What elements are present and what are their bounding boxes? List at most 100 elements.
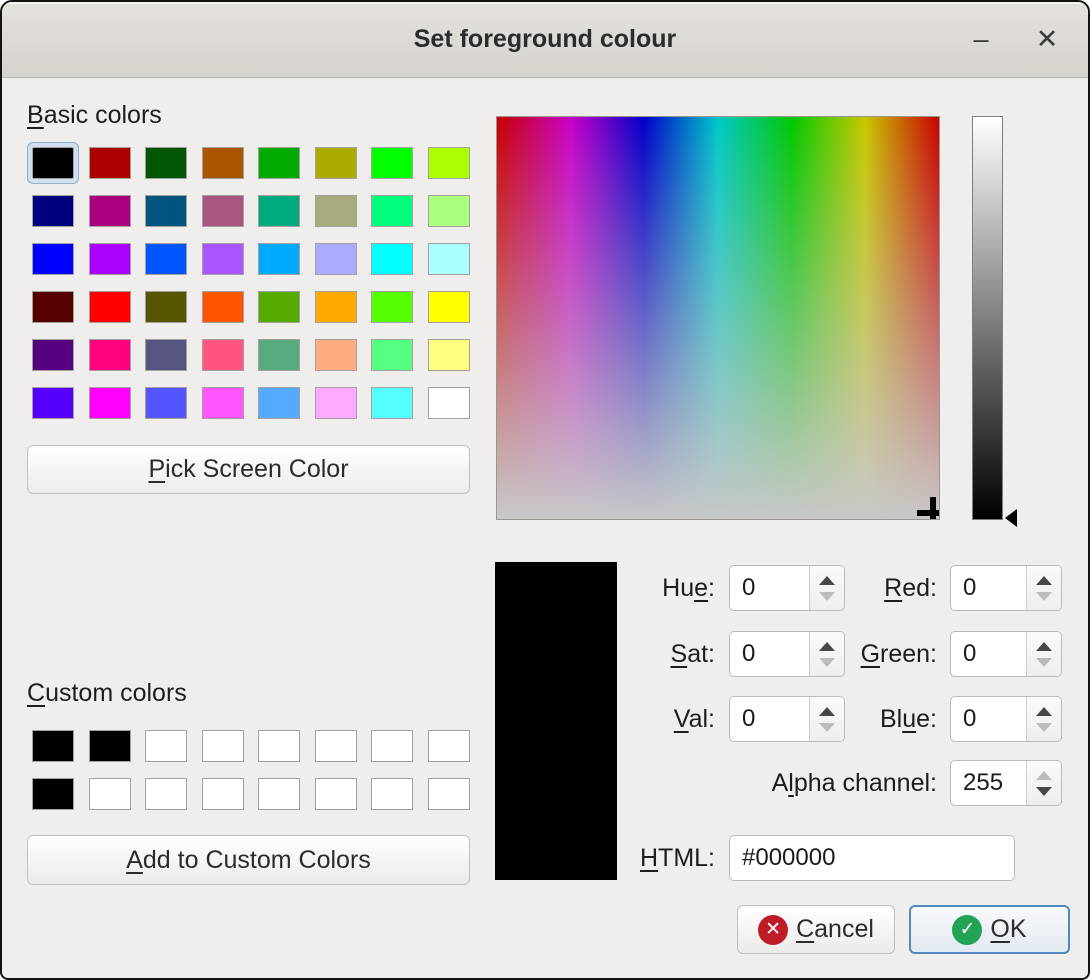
html-color-input[interactable] bbox=[729, 835, 1015, 881]
basic-color-swatch[interactable] bbox=[371, 291, 413, 323]
red-spinbox-value[interactable]: 0 bbox=[951, 566, 1026, 610]
basic-color-swatch[interactable] bbox=[428, 339, 470, 371]
val-spinbox-value[interactable]: 0 bbox=[730, 697, 809, 741]
custom-color-swatch[interactable] bbox=[89, 778, 131, 810]
basic-color-swatch[interactable] bbox=[428, 195, 470, 227]
spin-up-icon[interactable] bbox=[1036, 576, 1052, 585]
spin-up-icon[interactable] bbox=[819, 642, 835, 651]
spin-up-icon[interactable] bbox=[819, 576, 835, 585]
basic-color-swatch[interactable] bbox=[32, 147, 74, 179]
basic-color-swatch[interactable] bbox=[89, 243, 131, 275]
basic-color-swatch[interactable] bbox=[258, 243, 300, 275]
custom-color-swatch[interactable] bbox=[315, 730, 357, 762]
basic-color-swatch[interactable] bbox=[315, 243, 357, 275]
sat-spinbox-value[interactable]: 0 bbox=[730, 632, 809, 676]
blue-spinbox[interactable]: 0 bbox=[950, 696, 1062, 742]
custom-color-swatch[interactable] bbox=[315, 778, 357, 810]
basic-color-swatch[interactable] bbox=[145, 291, 187, 323]
custom-color-swatch[interactable] bbox=[258, 778, 300, 810]
custom-color-swatch[interactable] bbox=[89, 730, 131, 762]
red-spinbox[interactable]: 0 bbox=[950, 565, 1062, 611]
basic-color-swatch[interactable] bbox=[315, 195, 357, 227]
basic-color-swatch[interactable] bbox=[32, 291, 74, 323]
basic-color-swatch[interactable] bbox=[145, 195, 187, 227]
basic-color-swatch[interactable] bbox=[428, 387, 470, 419]
custom-color-swatch[interactable] bbox=[202, 778, 244, 810]
basic-color-swatch[interactable] bbox=[258, 291, 300, 323]
spin-up-icon[interactable] bbox=[1036, 771, 1052, 780]
spin-down-icon[interactable] bbox=[1036, 723, 1052, 732]
basic-color-swatch[interactable] bbox=[202, 243, 244, 275]
custom-color-swatch[interactable] bbox=[145, 778, 187, 810]
spin-down-icon[interactable] bbox=[1036, 592, 1052, 601]
hue-saturation-picker[interactable] bbox=[496, 116, 940, 520]
basic-color-swatch[interactable] bbox=[428, 147, 470, 179]
basic-color-swatch[interactable] bbox=[89, 147, 131, 179]
basic-color-swatch[interactable] bbox=[258, 195, 300, 227]
custom-color-swatch[interactable] bbox=[371, 778, 413, 810]
spin-up-icon[interactable] bbox=[1036, 642, 1052, 651]
hue-spinbox-value[interactable]: 0 bbox=[730, 566, 809, 610]
basic-color-swatch[interactable] bbox=[428, 243, 470, 275]
basic-color-swatch[interactable] bbox=[32, 195, 74, 227]
basic-color-swatch[interactable] bbox=[315, 291, 357, 323]
basic-color-swatch[interactable] bbox=[89, 291, 131, 323]
custom-color-swatch[interactable] bbox=[428, 778, 470, 810]
basic-color-swatch[interactable] bbox=[202, 147, 244, 179]
value-slider[interactable] bbox=[972, 116, 1003, 520]
hue-spinbox[interactable]: 0 bbox=[729, 565, 845, 611]
basic-color-swatch[interactable] bbox=[258, 387, 300, 419]
basic-color-swatch[interactable] bbox=[315, 339, 357, 371]
basic-color-swatch[interactable] bbox=[89, 339, 131, 371]
spin-down-icon[interactable] bbox=[819, 592, 835, 601]
spin-down-icon[interactable] bbox=[819, 658, 835, 667]
basic-color-swatch[interactable] bbox=[202, 387, 244, 419]
basic-color-swatch[interactable] bbox=[32, 339, 74, 371]
basic-color-swatch[interactable] bbox=[145, 243, 187, 275]
value-slider-handle-icon[interactable] bbox=[1005, 509, 1017, 527]
custom-color-swatch[interactable] bbox=[258, 730, 300, 762]
basic-color-swatch[interactable] bbox=[258, 339, 300, 371]
basic-color-swatch[interactable] bbox=[145, 147, 187, 179]
add-to-custom-colors-button[interactable]: Add to Custom Colors bbox=[27, 835, 470, 885]
basic-color-swatch[interactable] bbox=[202, 195, 244, 227]
custom-color-swatch[interactable] bbox=[428, 730, 470, 762]
green-spinbox[interactable]: 0 bbox=[950, 631, 1062, 677]
spin-down-icon[interactable] bbox=[1036, 658, 1052, 667]
basic-color-swatch[interactable] bbox=[371, 195, 413, 227]
basic-color-swatch[interactable] bbox=[371, 147, 413, 179]
basic-color-swatch[interactable] bbox=[371, 339, 413, 371]
basic-color-swatch[interactable] bbox=[145, 387, 187, 419]
basic-color-swatch[interactable] bbox=[258, 147, 300, 179]
basic-color-swatch[interactable] bbox=[315, 147, 357, 179]
spin-up-icon[interactable] bbox=[1036, 707, 1052, 716]
basic-color-swatch[interactable] bbox=[428, 291, 470, 323]
custom-color-swatch[interactable] bbox=[32, 730, 74, 762]
cancel-button[interactable]: ✕ Cancel bbox=[737, 905, 895, 954]
basic-color-swatch[interactable] bbox=[32, 243, 74, 275]
close-button[interactable]: ✕ bbox=[1030, 2, 1064, 77]
custom-color-swatch[interactable] bbox=[371, 730, 413, 762]
pick-screen-color-button[interactable]: Pick Screen Color bbox=[27, 445, 470, 494]
custom-color-swatch[interactable] bbox=[32, 778, 74, 810]
ok-button[interactable]: ✓ OK bbox=[909, 905, 1070, 954]
basic-color-swatch[interactable] bbox=[32, 387, 74, 419]
spin-up-icon[interactable] bbox=[819, 707, 835, 716]
basic-color-swatch[interactable] bbox=[371, 243, 413, 275]
custom-color-swatch[interactable] bbox=[202, 730, 244, 762]
basic-color-swatch[interactable] bbox=[89, 195, 131, 227]
spin-down-icon[interactable] bbox=[819, 723, 835, 732]
basic-color-swatch[interactable] bbox=[315, 387, 357, 419]
alpha-spinbox-value[interactable]: 255 bbox=[951, 761, 1026, 805]
alpha-spinbox[interactable]: 255 bbox=[950, 760, 1062, 806]
basic-color-swatch[interactable] bbox=[202, 291, 244, 323]
blue-spinbox-value[interactable]: 0 bbox=[951, 697, 1026, 741]
spin-down-icon[interactable] bbox=[1036, 787, 1052, 796]
minimize-button[interactable]: – bbox=[964, 2, 998, 77]
sat-spinbox[interactable]: 0 bbox=[729, 631, 845, 677]
basic-color-swatch[interactable] bbox=[89, 387, 131, 419]
custom-color-swatch[interactable] bbox=[145, 730, 187, 762]
basic-color-swatch[interactable] bbox=[371, 387, 413, 419]
basic-color-swatch[interactable] bbox=[202, 339, 244, 371]
val-spinbox[interactable]: 0 bbox=[729, 696, 845, 742]
